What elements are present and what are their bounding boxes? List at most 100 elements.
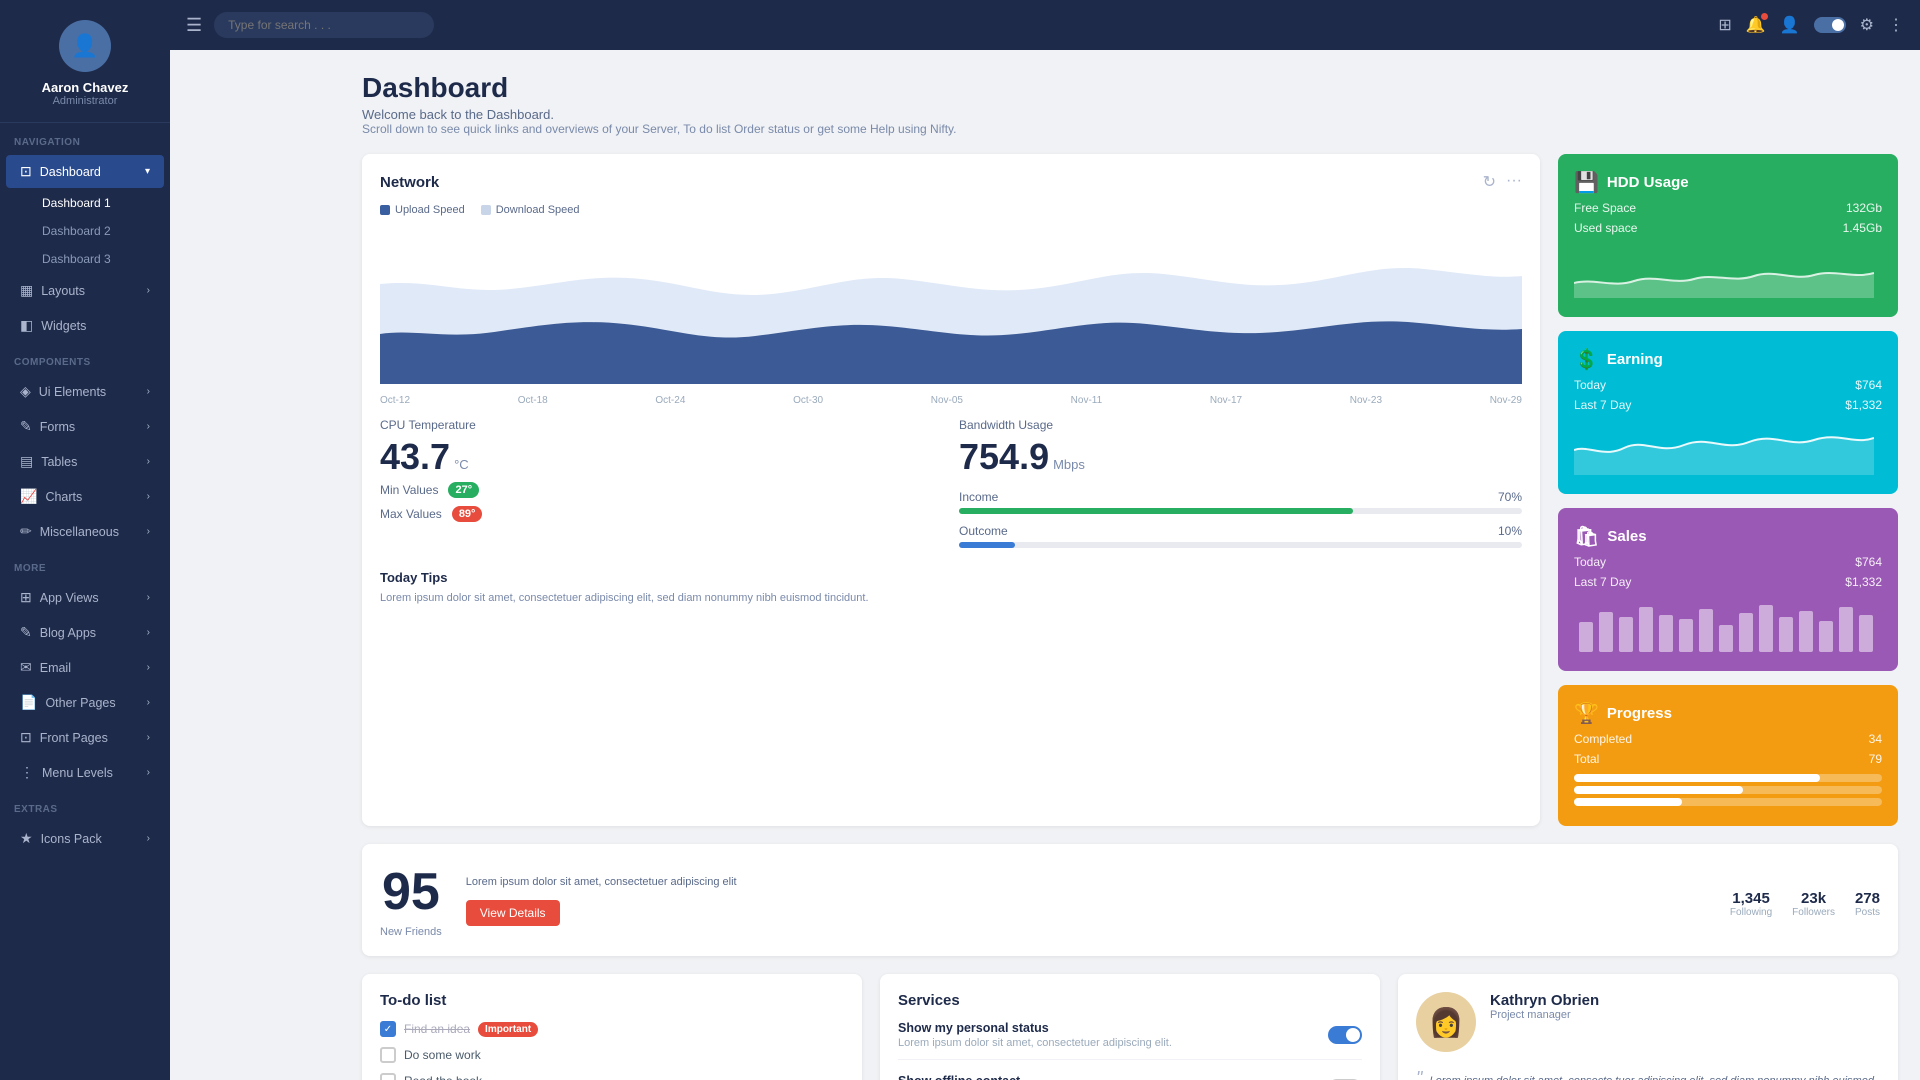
- min-max-row: Min Values 27° Max Values 89°: [380, 482, 943, 522]
- sidebar-item-misc[interactable]: ✏ Miscellaneous ›: [6, 515, 164, 548]
- dashboard-grid: Network ↻ ··· Upload Speed Download Spee…: [362, 154, 1898, 826]
- sales-title: 🛍 Sales: [1574, 524, 1882, 549]
- x-label: Oct-12: [380, 395, 410, 406]
- more-options-icon[interactable]: ⋮: [1888, 15, 1904, 35]
- bw-income-pct: 70%: [1498, 490, 1522, 504]
- user-role: Administrator: [53, 95, 118, 107]
- bw-outcome-label: Outcome: [959, 524, 1008, 538]
- bw-outcome-pct: 10%: [1498, 524, 1522, 538]
- todo-checkbox[interactable]: [380, 1073, 396, 1080]
- sidebar-item-widgets[interactable]: ◧ Widgets: [6, 309, 164, 342]
- person-info: Kathryn Obrien Project manager: [1490, 992, 1599, 1052]
- x-label: Oct-30: [793, 395, 823, 406]
- bw-outcome: Outcome 10%: [959, 524, 1522, 548]
- service-item: Show offline contact Aenean commodo ligu…: [898, 1074, 1362, 1080]
- sidebar-item-other-pages[interactable]: 📄 Other Pages ›: [6, 686, 164, 719]
- network-title: Network: [380, 174, 439, 191]
- topbar-icons: ⊞ 🔔 👤 ⚙ ⋮: [1718, 15, 1904, 35]
- sidebar-item-blog-apps[interactable]: ✎ Blog Apps ›: [6, 616, 164, 649]
- sales-last7-value: $1,332: [1845, 575, 1882, 589]
- progress-bars: [1574, 774, 1882, 806]
- chevron-right-icon: ›: [147, 833, 150, 844]
- notifications-icon[interactable]: 🔔: [1746, 15, 1766, 35]
- bw-income-header: Income 70%: [959, 490, 1522, 504]
- more-icon[interactable]: ···: [1506, 172, 1522, 192]
- sidebar-item-label: Icons Pack: [41, 832, 102, 846]
- min-row: Min Values 27°: [380, 482, 943, 498]
- hamburger-button[interactable]: ☰: [186, 15, 202, 36]
- hdd-title: 💾 HDD Usage: [1574, 170, 1882, 195]
- sidebar-item-forms[interactable]: ✎ Forms ›: [6, 410, 164, 443]
- x-label: Oct-18: [518, 395, 548, 406]
- user-profile-icon[interactable]: 👤: [1780, 15, 1800, 35]
- chevron-right-icon: ›: [147, 386, 150, 397]
- todo-item: ✓ Find an idea Important: [380, 1021, 844, 1037]
- chevron-right-icon: ›: [147, 697, 150, 708]
- hdd-free-label: Free Space: [1574, 201, 1636, 215]
- sidebar-item-label: Tables: [41, 455, 77, 469]
- todo-text: Do some work: [404, 1048, 481, 1062]
- theme-toggle[interactable]: [1814, 17, 1846, 33]
- forms-icon: ✎: [20, 418, 32, 435]
- chart-legend: Upload Speed Download Speed: [380, 204, 1522, 216]
- todo-title: To-do list: [380, 992, 446, 1009]
- refresh-icon[interactable]: ↻: [1483, 172, 1496, 192]
- user-name: Aaron Chavez: [42, 80, 129, 95]
- service-toggle[interactable]: [1328, 1026, 1362, 1044]
- earning-last7-label: Last 7 Day: [1574, 398, 1631, 412]
- sidebar-item-label: Menu Levels: [42, 766, 113, 780]
- sidebar-item-app-views[interactable]: ⊞ App Views ›: [6, 581, 164, 614]
- legend-upload-label: Upload Speed: [395, 204, 465, 216]
- tips-title: Today Tips: [380, 570, 1522, 585]
- prog-bar-3: [1574, 798, 1882, 806]
- search-input[interactable]: [214, 12, 434, 38]
- sidebar-sub-dashboard2[interactable]: Dashboard 2: [6, 218, 164, 244]
- min-badge: 27°: [448, 482, 479, 498]
- todo-checkbox[interactable]: ✓: [380, 1021, 396, 1037]
- page-title: Dashboard: [362, 72, 1898, 104]
- chevron-right-icon: ›: [147, 732, 150, 743]
- sidebar-item-label: Layouts: [41, 284, 85, 298]
- prog-bar-2: [1574, 786, 1882, 794]
- page-description: Scroll down to see quick links and overv…: [362, 122, 1898, 136]
- tips-text: Lorem ipsum dolor sit amet, consectetuer…: [380, 590, 1522, 607]
- bandwidth-label: Bandwidth Usage: [959, 418, 1522, 432]
- sidebar-item-layouts[interactable]: ▦ Layouts ›: [6, 274, 164, 307]
- sidebar-item-label: Blog Apps: [40, 626, 96, 640]
- view-details-button[interactable]: View Details: [466, 900, 560, 926]
- hdd-used-label: Used space: [1574, 221, 1637, 235]
- x-label: Nov-11: [1071, 395, 1103, 406]
- charts-icon: 📈: [20, 488, 37, 505]
- earning-today-label: Today: [1574, 378, 1606, 392]
- app-views-icon: ⊞: [20, 589, 32, 606]
- sidebar-item-charts[interactable]: 📈 Charts ›: [6, 480, 164, 513]
- grid-icon[interactable]: ⊞: [1718, 15, 1731, 35]
- chevron-right-icon: ›: [147, 421, 150, 432]
- earning-icon: 💲: [1574, 347, 1599, 372]
- hdd-used-value: 1.45Gb: [1843, 221, 1882, 235]
- sidebar-item-menu-levels[interactable]: ⋮ Menu Levels ›: [6, 756, 164, 789]
- sidebar-sub-dashboard3[interactable]: Dashboard 3: [6, 246, 164, 272]
- sidebar-item-icons-pack[interactable]: ★ Icons Pack ›: [6, 822, 164, 855]
- page-header: Dashboard Welcome back to the Dashboard.…: [362, 72, 1898, 136]
- progress-completed-value: 34: [1869, 732, 1882, 746]
- bandwidth-unit: Mbps: [1053, 457, 1085, 472]
- sidebar-sub-dashboard1[interactable]: Dashboard 1: [6, 190, 164, 216]
- sidebar-item-email[interactable]: ✉ Email ›: [6, 651, 164, 684]
- chevron-right-icon: ›: [147, 592, 150, 603]
- sidebar-item-ui-elements[interactable]: ◈ Ui Elements ›: [6, 375, 164, 408]
- sidebar-item-tables[interactable]: ▤ Tables ›: [6, 445, 164, 478]
- sidebar-item-front-pages[interactable]: ⊡ Front Pages ›: [6, 721, 164, 754]
- sidebar-item-dashboard[interactable]: ⊡ Dashboard ▾: [6, 155, 164, 188]
- earning-card: 💲 Earning Today $764 Last 7 Day $1,332: [1558, 331, 1898, 494]
- bottom-grid: To-do list ✓ Find an idea Important Do s…: [362, 974, 1898, 1080]
- sidebar: 👤 Aaron Chavez Administrator Navigation …: [0, 0, 170, 1080]
- profile-stats: 1,345 Following 23k Followers 278 Posts: [1730, 890, 1880, 918]
- todo-checkbox[interactable]: [380, 1047, 396, 1063]
- progress-card: 🏆 Progress Completed 34 Total 79: [1558, 685, 1898, 826]
- misc-icon: ✏: [20, 523, 32, 540]
- max-badge: 89°: [452, 506, 483, 522]
- progress-total-label: Total: [1574, 752, 1599, 766]
- settings-icon[interactable]: ⚙: [1860, 15, 1874, 35]
- min-label: Min Values: [380, 483, 438, 497]
